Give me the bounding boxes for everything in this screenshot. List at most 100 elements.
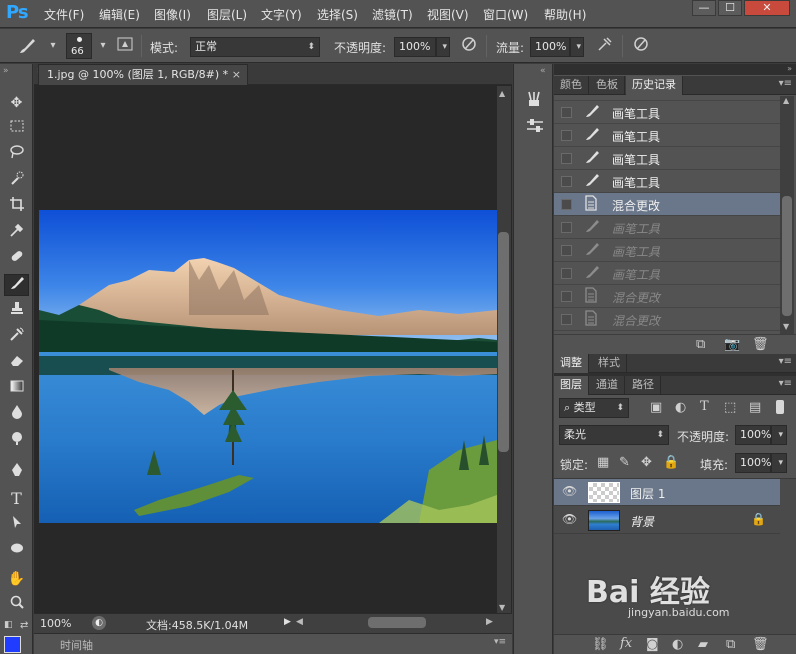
tab-color[interactable]: 颜色 bbox=[554, 76, 589, 95]
minimize-button[interactable]: — bbox=[692, 0, 716, 16]
history-snapshot-checkbox[interactable] bbox=[561, 314, 572, 325]
visibility-eye-icon[interactable]: 👁 bbox=[562, 484, 577, 498]
gradient-tool-icon[interactable] bbox=[4, 378, 29, 400]
foreground-color-swatch[interactable] bbox=[4, 636, 21, 653]
lock-transparent-pixels-icon[interactable]: ▦ bbox=[597, 455, 609, 470]
dodge-tool-icon[interactable] bbox=[4, 430, 29, 452]
snapshot-camera-icon[interactable]: 📷 bbox=[724, 337, 740, 352]
history-state-row[interactable]: 画笔工具 bbox=[554, 101, 780, 124]
history-brush-tool-icon[interactable] bbox=[4, 326, 29, 348]
history-panel-menu-icon[interactable]: ▾≡ bbox=[779, 78, 792, 89]
layer-style-fx-icon[interactable]: fx bbox=[620, 636, 632, 651]
adjustments-panel-menu-icon[interactable]: ▾≡ bbox=[779, 356, 792, 367]
pressure-size-icon[interactable] bbox=[630, 35, 652, 57]
brush-size-picker[interactable]: 66 bbox=[66, 33, 92, 59]
tab-layers[interactable]: 图层 bbox=[554, 376, 589, 395]
filter-adjustment-icon[interactable]: ◐ bbox=[675, 400, 686, 415]
hand-tool-icon[interactable]: ✋ bbox=[4, 568, 29, 590]
blend-mode-select[interactable]: 柔光 ⬍ bbox=[559, 425, 669, 445]
path-selection-tool-icon[interactable] bbox=[4, 514, 29, 536]
tab-paths[interactable]: 路径 bbox=[626, 376, 661, 395]
history-scroll-up-icon[interactable]: ▲ bbox=[783, 96, 789, 105]
horizontal-scrollbar-thumb[interactable] bbox=[368, 617, 426, 628]
crop-tool-icon[interactable] bbox=[4, 196, 29, 218]
history-state-row[interactable]: 画笔工具 bbox=[554, 124, 780, 147]
adjustment-layer-icon[interactable]: ◐ bbox=[672, 637, 683, 652]
status-info-icon[interactable]: ◐ bbox=[92, 616, 106, 630]
status-menu-arrow-icon[interactable]: ▶ bbox=[284, 617, 291, 627]
history-snapshot-checkbox[interactable] bbox=[561, 153, 572, 164]
menu-view[interactable]: 视图(V) bbox=[427, 6, 469, 23]
fill-dropdown[interactable]: ▾ bbox=[771, 453, 787, 473]
new-group-folder-icon[interactable]: ▰ bbox=[698, 637, 708, 652]
history-scrollbar[interactable]: ▲ ▼ bbox=[780, 96, 794, 334]
history-state-row[interactable]: 画笔工具 bbox=[554, 239, 780, 262]
menu-select[interactable]: 选择(S) bbox=[317, 6, 358, 23]
move-tool-icon[interactable]: ✥ bbox=[4, 92, 29, 114]
menu-edit[interactable]: 编辑(E) bbox=[99, 6, 140, 23]
scroll-up-arrow-icon[interactable]: ▲ bbox=[499, 89, 505, 98]
layer-name[interactable]: 背景 bbox=[630, 513, 654, 530]
layer-opacity-dropdown[interactable]: ▾ bbox=[771, 425, 787, 445]
brush-settings-icon[interactable] bbox=[526, 118, 544, 137]
document-tab[interactable]: 1.jpg @ 100% (图层 1, RGB/8#) * × bbox=[38, 64, 248, 85]
link-layers-icon[interactable]: ⛓ bbox=[592, 637, 609, 652]
history-state-row[interactable]: 画笔工具 bbox=[554, 216, 780, 239]
history-snapshot-checkbox[interactable] bbox=[561, 268, 572, 279]
h-scroll-right-arrow-icon[interactable]: ▶ bbox=[486, 617, 493, 627]
fill-input[interactable]: 100% bbox=[735, 453, 771, 473]
mode-select[interactable]: 正常 ⬍ bbox=[190, 37, 320, 57]
flow-dropdown[interactable]: ▾ bbox=[570, 37, 584, 57]
history-state-row[interactable]: 混合更改 bbox=[554, 193, 780, 216]
h-scroll-left-arrow-icon[interactable]: ◀ bbox=[296, 617, 303, 627]
tab-history[interactable]: 历史记录 bbox=[626, 76, 683, 95]
history-scroll-down-icon[interactable]: ▼ bbox=[783, 322, 789, 331]
eyedropper-tool-icon[interactable] bbox=[4, 222, 29, 244]
pen-tool-icon[interactable] bbox=[4, 462, 29, 484]
zoom-tool-icon[interactable] bbox=[4, 594, 29, 616]
flow-input[interactable]: 100% bbox=[530, 37, 570, 57]
pressure-opacity-icon[interactable] bbox=[458, 35, 480, 57]
new-document-from-state-icon[interactable]: ⧉ bbox=[696, 337, 705, 352]
vertical-scrollbar-thumb[interactable] bbox=[498, 232, 509, 452]
history-snapshot-checkbox[interactable] bbox=[561, 130, 572, 141]
history-snapshot-checkbox[interactable] bbox=[561, 291, 572, 302]
zoom-level[interactable]: 100% bbox=[40, 617, 71, 630]
filter-type-icon[interactable]: T bbox=[700, 399, 709, 414]
brush-tool-preset-icon[interactable] bbox=[16, 35, 38, 57]
ellipse-tool-icon[interactable] bbox=[4, 540, 29, 562]
healing-brush-tool-icon[interactable] bbox=[4, 248, 29, 270]
layer-row-layer1[interactable]: 👁 图层 1 bbox=[554, 479, 780, 506]
tab-styles[interactable]: 样式 bbox=[592, 354, 627, 373]
timeline-label[interactable]: 时间轴 bbox=[60, 637, 93, 653]
tab-swatches[interactable]: 色板 bbox=[590, 76, 625, 95]
filter-shape-icon[interactable]: ⬚ bbox=[724, 400, 736, 415]
layers-panel-menu-icon[interactable]: ▾≡ bbox=[779, 378, 792, 389]
preset-dropdown-arrow-icon[interactable]: ▾ bbox=[42, 35, 64, 57]
filter-toggle-switch[interactable] bbox=[776, 400, 784, 414]
close-button[interactable]: ✕ bbox=[744, 0, 790, 16]
layer-name[interactable]: 图层 1 bbox=[630, 485, 665, 502]
tab-channels[interactable]: 通道 bbox=[590, 376, 625, 395]
menu-layer[interactable]: 图层(L) bbox=[207, 6, 247, 23]
lasso-tool-icon[interactable] bbox=[4, 144, 29, 166]
menu-file[interactable]: 文件(F) bbox=[44, 6, 84, 23]
brush-presets-icon[interactable] bbox=[526, 90, 542, 111]
history-snapshot-checkbox[interactable] bbox=[561, 107, 572, 118]
delete-layer-trash-icon[interactable]: 🗑 bbox=[752, 637, 769, 652]
opacity-dropdown[interactable]: ▾ bbox=[436, 37, 450, 57]
lock-position-move-icon[interactable]: ✥ bbox=[641, 455, 652, 470]
new-layer-icon[interactable]: ⧉ bbox=[726, 637, 735, 652]
quick-selection-tool-icon[interactable] bbox=[4, 170, 29, 192]
history-state-row[interactable]: 画笔工具 bbox=[554, 170, 780, 193]
swap-colors-icon[interactable]: ⇄ bbox=[20, 620, 28, 631]
collapse-chevron-icon[interactable]: » bbox=[3, 66, 9, 76]
history-snapshot-checkbox[interactable] bbox=[561, 176, 572, 187]
layer-row-background[interactable]: 👁 背景 🔒 bbox=[554, 507, 780, 534]
visibility-eye-icon[interactable]: 👁 bbox=[562, 512, 577, 526]
default-colors-icon[interactable]: ◧ bbox=[4, 620, 13, 630]
menu-image[interactable]: 图像(I) bbox=[154, 6, 191, 23]
history-state-row[interactable]: 画笔工具 bbox=[554, 262, 780, 285]
eraser-tool-icon[interactable] bbox=[4, 352, 29, 374]
delete-state-trash-icon[interactable]: 🗑 bbox=[752, 337, 769, 352]
